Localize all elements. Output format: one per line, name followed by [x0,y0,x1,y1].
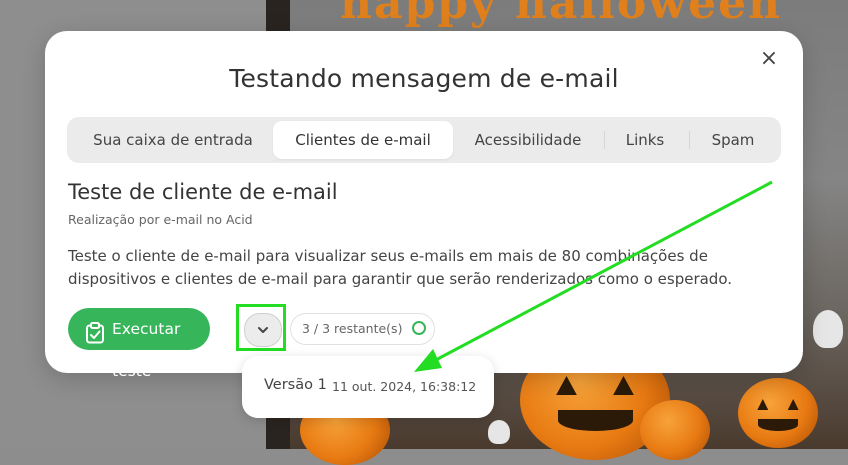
annotation-arrow [414,180,773,372]
